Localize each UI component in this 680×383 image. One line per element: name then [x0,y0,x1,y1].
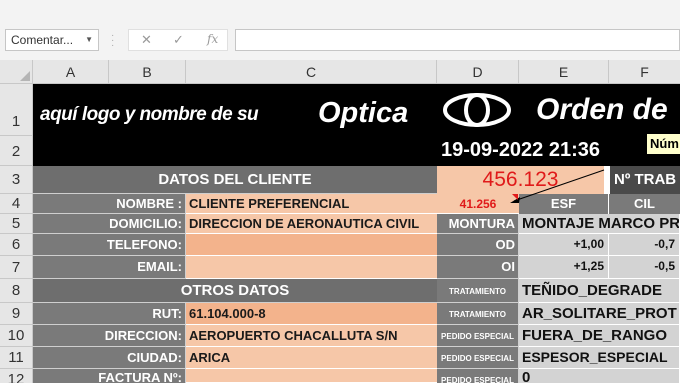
cancel-icon[interactable]: ✕ [141,32,152,48]
telefono-value[interactable] [186,234,437,256]
rut-value[interactable]: 61.104.000-8 [186,303,437,325]
pedido-1-value[interactable]: FUERA_DE_RANGO [519,325,680,347]
direccion-value[interactable]: AEROPUERTO CHACALLUTA S/N [186,325,437,347]
numero-label: Núm [647,134,680,154]
row-header-3[interactable]: 3 [0,166,33,194]
row-header-8[interactable]: 8 [0,279,33,303]
pedido-3-value[interactable]: 0 [519,369,680,383]
row-header-10[interactable]: 10 [0,325,33,347]
optica-label: Optica [318,97,409,129]
oi-cil-value[interactable]: -0,5 [609,256,680,279]
eye-logo-icon [443,93,511,127]
rut-label: RUT: [33,303,186,325]
column-header-f[interactable]: F [609,60,680,84]
montura-label: MONTURA [437,214,519,234]
oi-label: OI [437,256,519,279]
row-header-4[interactable]: 4 [0,194,33,214]
otros-datos-title: OTROS DATOS [33,279,437,303]
od-cil-value[interactable]: -0,7 [609,234,680,256]
od-label: OD [437,234,519,256]
confirm-icon[interactable]: ✓ [173,32,184,48]
tratamiento-label: TRATAMIENTO [437,279,519,303]
row-header-5[interactable]: 5 [0,214,33,234]
insert-function-icon[interactable]: fx [207,32,218,46]
email-label: EMAIL: [33,256,186,279]
direccion-label: DIRECCION: [33,325,186,347]
row-header-11[interactable]: 11 [0,347,33,369]
orden-title: Orden de [536,93,668,126]
domicilio-label: DOMICILIO: [33,214,186,234]
od-esf-value[interactable]: +1,00 [519,234,609,256]
row-header-1[interactable]: 1 [0,84,33,136]
comment-arrow-icon [510,169,605,203]
ciudad-label: CIUDAD: [33,347,186,369]
row-header-12[interactable]: 12 [0,369,33,383]
name-box-text: Comentar... [11,33,74,47]
nombre-value[interactable]: CLIENTE PREFERENCIAL [186,194,437,214]
nombre-label: NOMBRE : [33,194,186,214]
row-header-9[interactable]: 9 [0,303,33,325]
logo-placeholder-text: aquí logo y nombre de su [40,104,259,125]
numero-trabajo-label: Nº TRAB [610,166,680,194]
column-header-e[interactable]: E [519,60,609,84]
domicilio-value[interactable]: DIRECCION DE AERONAUTICA CIVIL [186,214,437,234]
pedido-especial-label: PEDIDO ESPECIAL [437,325,519,347]
tratamiento-label-2: TRATAMIENTO [437,303,519,325]
pedido-2-value[interactable]: ESPESOR_ESPECIAL [519,347,680,369]
pedido-especial-label-3: PEDIDO ESPECIAL [437,369,519,383]
factura-label: FACTURA Nº: [33,369,186,383]
row-header-7[interactable]: 7 [0,256,33,279]
row-header-2[interactable]: 2 [0,136,33,166]
grip-icon: · · · [111,30,115,51]
formula-buttons: ✕ ✓ fx [128,29,228,51]
datos-cliente-title: DATOS DEL CLIENTE [33,166,437,194]
column-header-d[interactable]: D [437,60,519,84]
montura-value[interactable]: MONTAJE MARCO PROP [519,214,680,234]
column-header-b[interactable]: B [109,60,186,84]
cil-header: CIL [609,194,680,214]
comment-indicator-icon [512,194,518,200]
select-all-button[interactable] [0,60,33,84]
chevron-down-icon[interactable]: ▼ [85,30,93,50]
factura-value[interactable] [186,369,437,383]
name-box[interactable]: Comentar... ▼ [5,29,99,51]
oi-esf-value[interactable]: +1,25 [519,256,609,279]
formula-input[interactable] [235,29,680,51]
tratamiento-2-value[interactable]: AR_SOLITARE_PROT [519,303,680,325]
row-header-6[interactable]: 6 [0,234,33,256]
order-datetime: 19-09-2022 21:36 [441,139,601,161]
telefono-label: TELEFONO: [33,234,186,256]
ciudad-value[interactable]: ARICA [186,347,437,369]
column-header-a[interactable]: A [33,60,109,84]
tratamiento-1-value[interactable]: TEÑIDO_DEGRADE [519,279,680,303]
pedido-especial-label-2: PEDIDO ESPECIAL [437,347,519,369]
email-value[interactable] [186,256,437,279]
column-header-c[interactable]: C [186,60,437,84]
